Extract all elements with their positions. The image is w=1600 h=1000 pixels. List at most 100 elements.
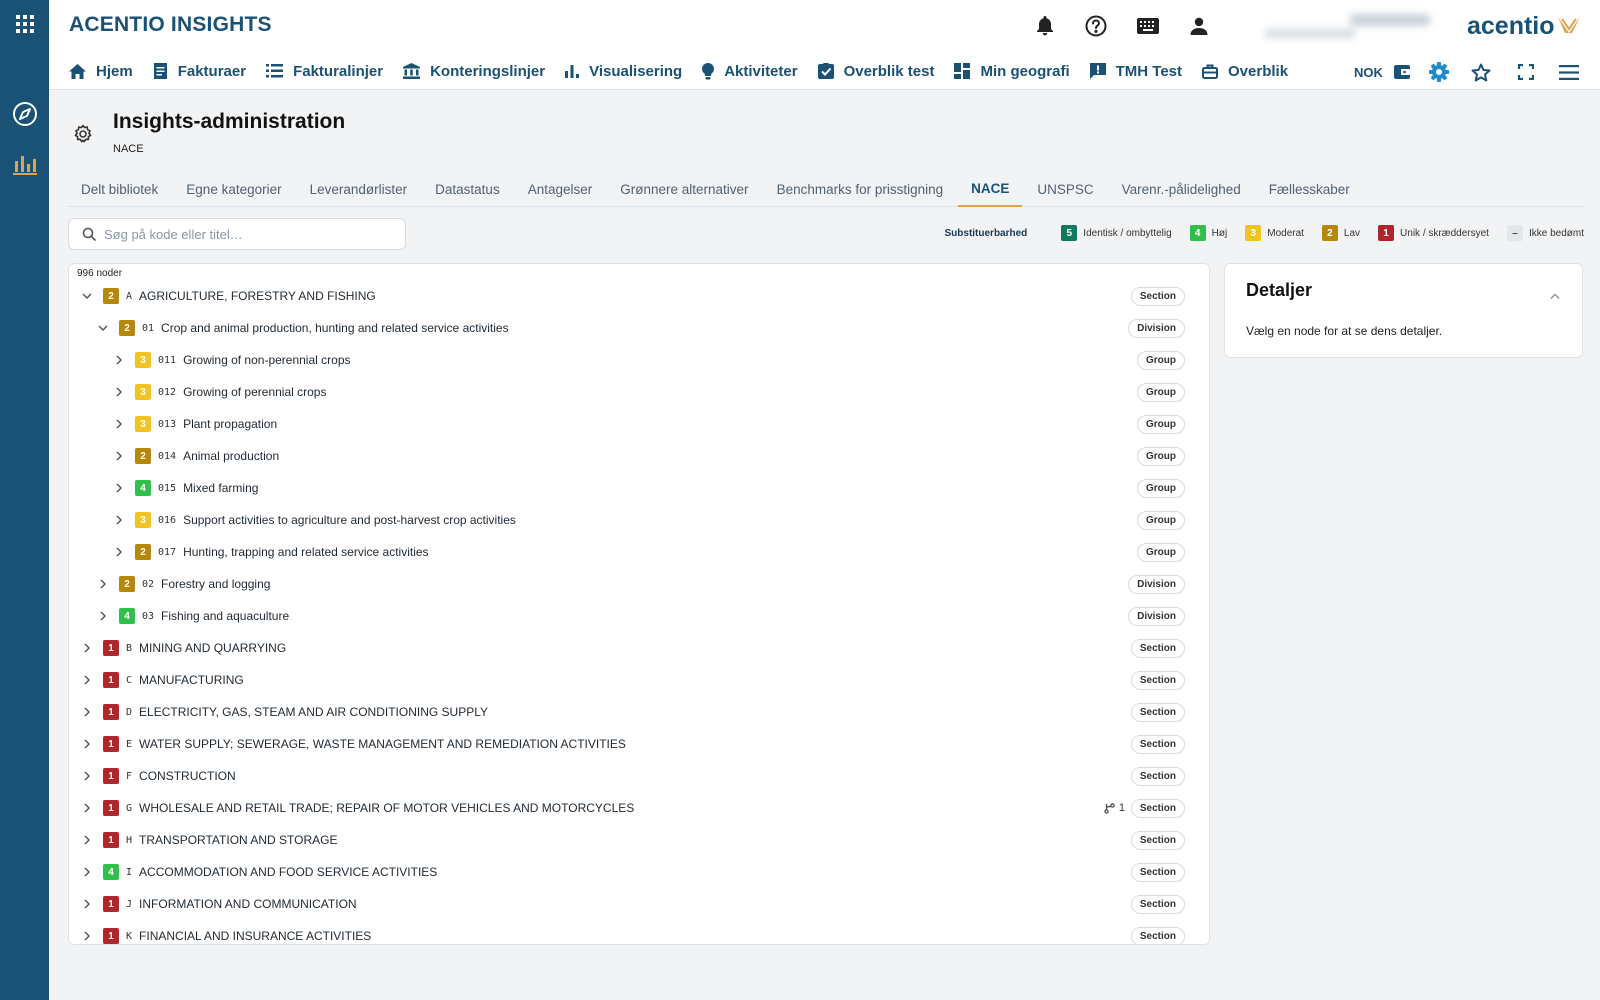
- tab-nace[interactable]: NACE: [958, 172, 1023, 207]
- fullscreen-icon[interactable]: [1513, 58, 1539, 86]
- chevron-right-icon[interactable]: [111, 480, 127, 496]
- search-input[interactable]: [104, 226, 384, 242]
- tab-egne-kategorier[interactable]: Egne kategorier: [173, 172, 294, 207]
- tree-row[interactable]: 2 02 Forestry and logging Division: [69, 569, 1209, 599]
- tree-row[interactable]: 2 01 Crop and animal production, hunting a…: [69, 313, 1209, 343]
- level-badge: –: [1506, 225, 1523, 241]
- tree-row[interactable]: 1 E WATER SUPPLY; SEWERAGE, WASTE MANAGEME…: [69, 729, 1209, 759]
- tree-row[interactable]: 3 016 Support activities to agriculture an…: [69, 505, 1209, 535]
- nav-min-geografi[interactable]: Min geografi: [954, 56, 1070, 86]
- chevron-right-icon[interactable]: [79, 672, 95, 688]
- tree-row[interactable]: 1 D ELECTRICITY, GAS, STEAM AND AIR CONDIT…: [69, 697, 1209, 727]
- tree-row[interactable]: 3 013 Plant propagation Group: [69, 409, 1209, 439]
- tree-row[interactable]: 1 B MINING AND QUARRYING Section: [69, 633, 1209, 663]
- tree-row[interactable]: 2 017 Hunting, trapping and related servic…: [69, 537, 1209, 567]
- nav-label: Aktiviteter: [724, 62, 798, 80]
- nav-fakturalinjer[interactable]: Fakturalinjer: [266, 56, 383, 86]
- nav-tmh-test[interactable]: TMH Test: [1089, 56, 1182, 86]
- nace-code: H: [126, 834, 133, 846]
- tree-row[interactable]: 1 G WHOLESALE AND RETAIL TRADE; REPAIR OF …: [69, 793, 1209, 823]
- tree-row[interactable]: 3 012 Growing of perennial crops Group: [69, 377, 1209, 407]
- tab-fællesskaber[interactable]: Fællesskaber: [1256, 172, 1363, 207]
- keyboard-icon[interactable]: [1134, 12, 1162, 40]
- chevron-right-icon[interactable]: [95, 608, 111, 624]
- nace-title: FINANCIAL AND INSURANCE ACTIVITIES: [139, 929, 372, 943]
- tree-row[interactable]: 1 H TRANSPORTATION AND STORAGE Section: [69, 825, 1209, 855]
- details-title: Detaljer: [1246, 280, 1313, 300]
- nav-overblik-test[interactable]: Overblik test: [817, 56, 934, 86]
- branch-icon: [1104, 802, 1115, 814]
- chevron-right-icon[interactable]: [79, 768, 95, 784]
- chevron-right-icon[interactable]: [111, 512, 127, 528]
- tree-row[interactable]: 1 C MANUFACTURING Section: [69, 665, 1209, 695]
- chevron-down-icon[interactable]: [95, 320, 111, 336]
- primary-nav: Hjem Fakturaer Fakturalinjer Konteringsl…: [69, 56, 1308, 86]
- user-account-icon[interactable]: [1185, 12, 1213, 40]
- settings-gear-icon[interactable]: [1426, 58, 1452, 86]
- chevron-right-icon[interactable]: [79, 800, 95, 816]
- tab-antagelser[interactable]: Antagelser: [515, 172, 606, 207]
- tab-varenr-pålidelighed[interactable]: Varenr.-pålidelighed: [1109, 172, 1254, 207]
- chevron-right-icon[interactable]: [111, 416, 127, 432]
- nav-overblik[interactable]: Overblik: [1202, 56, 1288, 86]
- menu-hamburger-icon[interactable]: [1556, 58, 1582, 86]
- tree-row[interactable]: 2 014 Animal production Group: [69, 441, 1209, 471]
- help-icon[interactable]: [1082, 12, 1110, 40]
- chevron-right-icon[interactable]: [79, 832, 95, 848]
- tree-row[interactable]: 1 K FINANCIAL AND INSURANCE ACTIVITIES Sect…: [69, 921, 1209, 944]
- level-badge: 2: [1321, 225, 1338, 241]
- search-box[interactable]: [68, 218, 406, 250]
- page-title: Insights-administration: [113, 110, 346, 133]
- chevron-right-icon[interactable]: [111, 448, 127, 464]
- chevron-right-icon[interactable]: [79, 704, 95, 720]
- tree-row[interactable]: 1 F CONSTRUCTION Section: [69, 761, 1209, 791]
- collapse-chevron-icon[interactable]: [1550, 286, 1560, 304]
- chevron-right-icon[interactable]: [79, 864, 95, 880]
- document-icon: [153, 63, 167, 79]
- tree-row[interactable]: 1 J INFORMATION AND COMMUNICATION Section: [69, 889, 1209, 919]
- tab-datastatus[interactable]: Datastatus: [422, 172, 513, 207]
- nace-code: 013: [158, 418, 177, 430]
- nav-visualisering[interactable]: Visualisering: [565, 56, 682, 86]
- substitutability-level-badge: 2: [119, 320, 135, 336]
- nace-code: 011: [158, 354, 177, 366]
- chevron-right-icon[interactable]: [111, 544, 127, 560]
- tree-row[interactable]: 2 A AGRICULTURE, FORESTRY AND FISHING Secti…: [69, 281, 1209, 311]
- nav-aktiviteter[interactable]: Aktiviteter: [702, 56, 798, 86]
- tab-benchmarks-for-prisstigning[interactable]: Benchmarks for prisstigning: [764, 172, 957, 207]
- chevron-right-icon[interactable]: [79, 928, 95, 944]
- substitutability-level-badge: 3: [135, 384, 151, 400]
- chevron-right-icon[interactable]: [111, 352, 127, 368]
- nace-code: 012: [158, 386, 177, 398]
- notifications-bell-icon[interactable]: [1031, 12, 1059, 40]
- nav-label: Min geografi: [980, 62, 1070, 80]
- tab-delt-bibliotek[interactable]: Delt bibliotek: [68, 172, 171, 207]
- node-type-badge: Division: [1128, 574, 1185, 594]
- nav-fakturaer[interactable]: Fakturaer: [153, 56, 246, 86]
- tree-row[interactable]: 3 011 Growing of non-perennial crops Group: [69, 345, 1209, 375]
- tree-row[interactable]: 4 03 Fishing and aquaculture Division: [69, 601, 1209, 631]
- wallet-icon[interactable]: [1390, 58, 1414, 86]
- chevron-down-icon[interactable]: [79, 288, 95, 304]
- analytics-icon[interactable]: [0, 144, 49, 184]
- chevron-right-icon[interactable]: [79, 896, 95, 912]
- tab-unspsc[interactable]: UNSPSC: [1024, 172, 1106, 207]
- chevron-right-icon[interactable]: [79, 736, 95, 752]
- apps-grid-icon[interactable]: [0, 4, 49, 44]
- chevron-right-icon[interactable]: [79, 640, 95, 656]
- legend-item: 1 Unik / skræddersyet: [1378, 225, 1489, 241]
- currency-label[interactable]: NOK: [1354, 58, 1383, 86]
- nav-konteringslinjer[interactable]: Konteringslinjer: [403, 56, 545, 86]
- tree-row[interactable]: 4 015 Mixed farming Group: [69, 473, 1209, 503]
- substitutability-level-badge: 1: [103, 736, 119, 752]
- explore-icon[interactable]: [0, 94, 49, 134]
- relations-indicator: 1: [1104, 802, 1125, 814]
- tab-leverandørlister[interactable]: Leverandørlister: [297, 172, 421, 207]
- nav-hjem[interactable]: Hjem: [69, 56, 133, 86]
- tree-row[interactable]: 4 I ACCOMMODATION AND FOOD SERVICE ACTIVIT…: [69, 857, 1209, 887]
- chevron-right-icon[interactable]: [111, 384, 127, 400]
- logo-mark-icon: [1557, 16, 1580, 33]
- favorite-star-icon[interactable]: [1468, 58, 1494, 86]
- tab-grønnere-alternativer[interactable]: Grønnere alternativer: [607, 172, 761, 207]
- chevron-right-icon[interactable]: [95, 576, 111, 592]
